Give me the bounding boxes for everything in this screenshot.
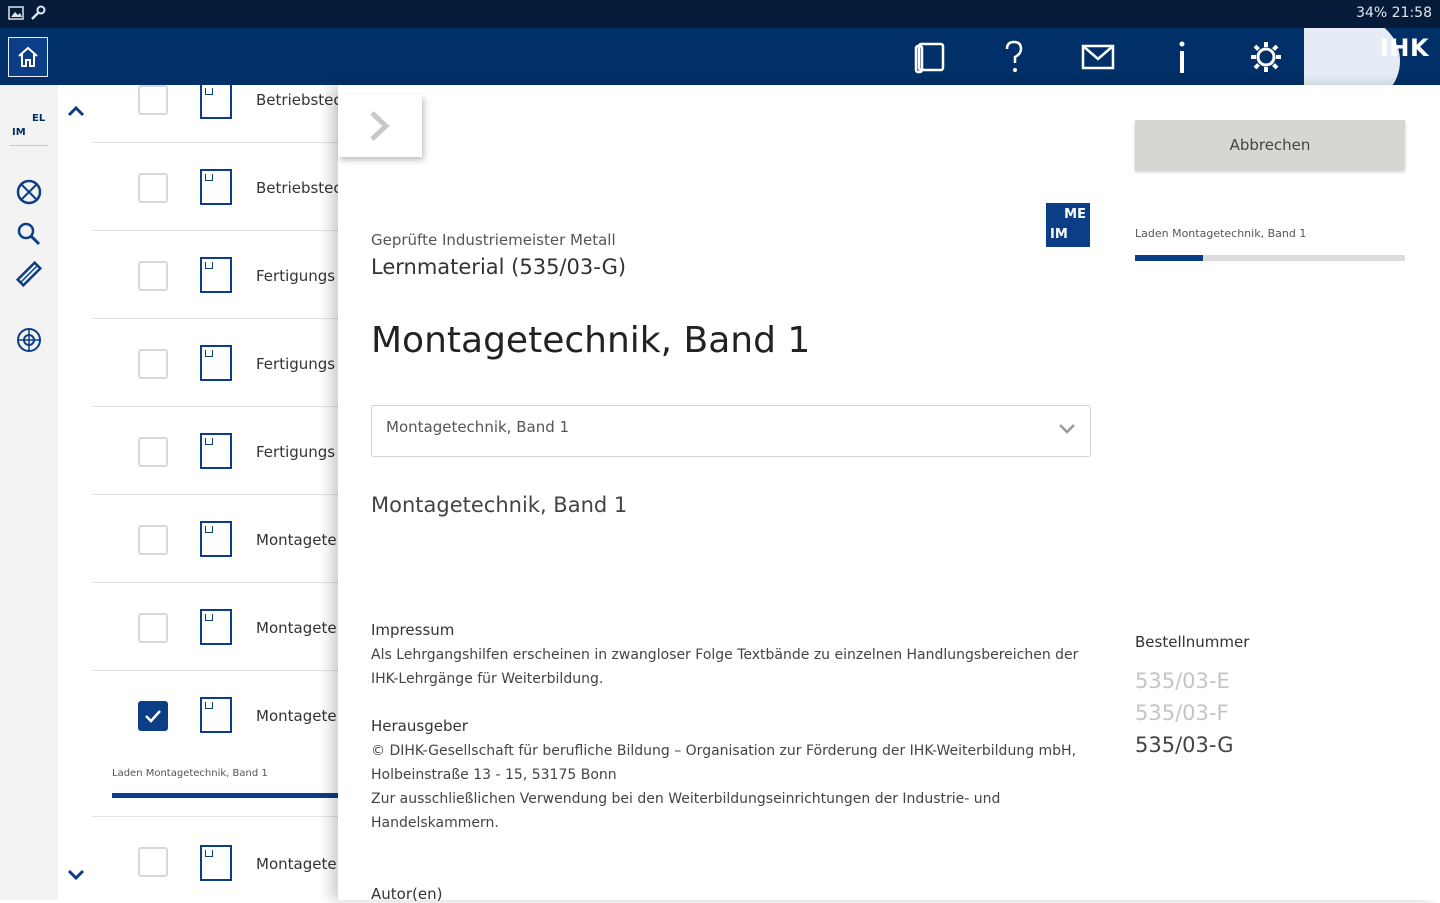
rail-compass-button[interactable] [12,175,46,209]
question-icon [1005,40,1023,72]
document-icon [200,697,232,733]
rail-search-button[interactable] [12,217,46,251]
order-number-option[interactable]: 535/03-F [1135,701,1229,725]
download-progress-bar [1135,255,1405,261]
item-checkbox[interactable] [138,437,168,467]
item-label: Montagete [256,531,337,549]
cancel-button[interactable]: Abbrechen [1135,120,1405,170]
item-checkbox[interactable] [138,613,168,643]
program-logo: EL IM [10,113,50,149]
item-label: Montagete [256,707,337,725]
item-label: Betriebstec [256,91,338,109]
list-item[interactable]: Montagete [92,817,338,900]
download-progress-fill [1135,255,1203,261]
info-button[interactable] [1160,36,1204,78]
impressum-heading: Impressum [371,621,455,639]
list-item[interactable]: Fertigungs [92,231,338,319]
item-checkbox[interactable] [138,173,168,203]
ihk-logo: IHK [1304,28,1440,85]
item-label: Betriebstec [256,179,338,197]
list-item[interactable]: Fertigungs [92,407,338,495]
item-label: Fertigungs [256,355,336,373]
item-label: Fertigungs [256,443,336,461]
herausgeber-usage-text: Zur ausschließlichen Verwendung bei den … [371,791,1001,831]
order-number-option[interactable]: 535/03-E [1135,669,1230,693]
download-label: Laden Montagetechnik, Band 1 [1135,227,1307,240]
status-text: 34% 21:58 [1356,5,1432,21]
mail-button[interactable] [1076,36,1120,78]
item-checkbox[interactable] [138,349,168,379]
image-icon [8,6,24,24]
list-item[interactable]: Fertigungs [92,319,338,407]
autoren-heading: Autor(en) [371,885,443,903]
document-icon [200,257,232,293]
chevron-right-icon [370,111,390,141]
scroll-down-button[interactable] [64,865,88,885]
item-checkbox[interactable] [138,85,168,115]
document-icon [200,521,232,557]
document-icon [200,169,232,205]
item-label: Montagete [256,619,337,637]
network-icon [17,328,41,352]
volume-description: Montagetechnik, Band 1 [371,493,628,517]
rail-network-button[interactable] [12,323,46,357]
search-icon [17,222,41,246]
herausgeber-heading: Herausgeber [371,717,468,735]
material-list[interactable]: Betriebstec Betriebstec Fertigungs Ferti… [58,85,338,900]
list-download-progress [112,793,338,798]
document-icon [200,85,232,119]
item-label: Fertigungs [256,267,336,285]
book-icon [914,42,945,74]
tools-icon [15,260,43,288]
page-title: Montagetechnik, Band 1 [371,320,811,361]
document-icon [200,345,232,381]
wrench-icon [30,5,46,25]
help-button[interactable] [992,36,1036,78]
rail-tools-button[interactable] [12,257,46,291]
item-checkbox[interactable] [138,261,168,291]
status-bar: 34% 21:58 [0,0,1440,28]
order-number-selected[interactable]: 535/03-G [1135,733,1234,757]
program-subtitle: Geprüfte Industriemeister Metall [371,231,616,249]
list-item[interactable]: Betriebstec [92,143,338,231]
home-icon [18,46,38,67]
order-number-heading: Bestellnummer [1135,633,1250,651]
herausgeber-text: © DIHK-Gesellschaft für berufliche Bildu… [371,743,1077,783]
scroll-up-button[interactable] [64,101,88,121]
item-checkbox[interactable] [138,525,168,555]
impressum-text: Als Lehrgangshilfen erscheinen in zwangl… [371,647,1079,687]
item-checkbox[interactable] [138,847,168,877]
collapse-panel-button[interactable] [338,95,422,157]
app-bar: IHK [0,28,1440,85]
list-item[interactable]: Montagete [92,583,338,671]
book-button[interactable] [908,36,952,78]
document-icon [200,609,232,645]
left-rail: EL IM [0,85,58,900]
mail-icon [1081,44,1115,70]
list-download-label: Laden Montagetechnik, Band 1 [112,768,268,779]
chevron-down-icon [1059,424,1075,434]
info-icon [1179,41,1185,73]
document-icon [200,433,232,469]
home-button[interactable] [8,37,48,77]
volume-select-value: Montagetechnik, Band 1 [386,418,570,436]
item-checkbox-checked[interactable] [138,701,168,731]
program-badge: ME IM [1046,203,1090,247]
settings-button[interactable] [1244,36,1288,78]
list-item[interactable]: Betriebstec [92,85,338,143]
chevron-up-icon [67,105,85,117]
item-label: Montagete [256,855,337,873]
gear-icon [1251,42,1281,72]
chevron-down-icon [67,869,85,881]
material-code: Lernmaterial (535/03-G) [371,255,627,279]
compass-icon [16,179,42,205]
volume-select[interactable]: Montagetechnik, Band 1 [371,405,1091,457]
document-icon [200,845,232,881]
list-item[interactable]: Montagete [92,495,338,583]
detail-panel: ME IM Geprüfte Industriemeister Metall L… [338,85,1440,903]
checkmark-icon [145,710,161,723]
